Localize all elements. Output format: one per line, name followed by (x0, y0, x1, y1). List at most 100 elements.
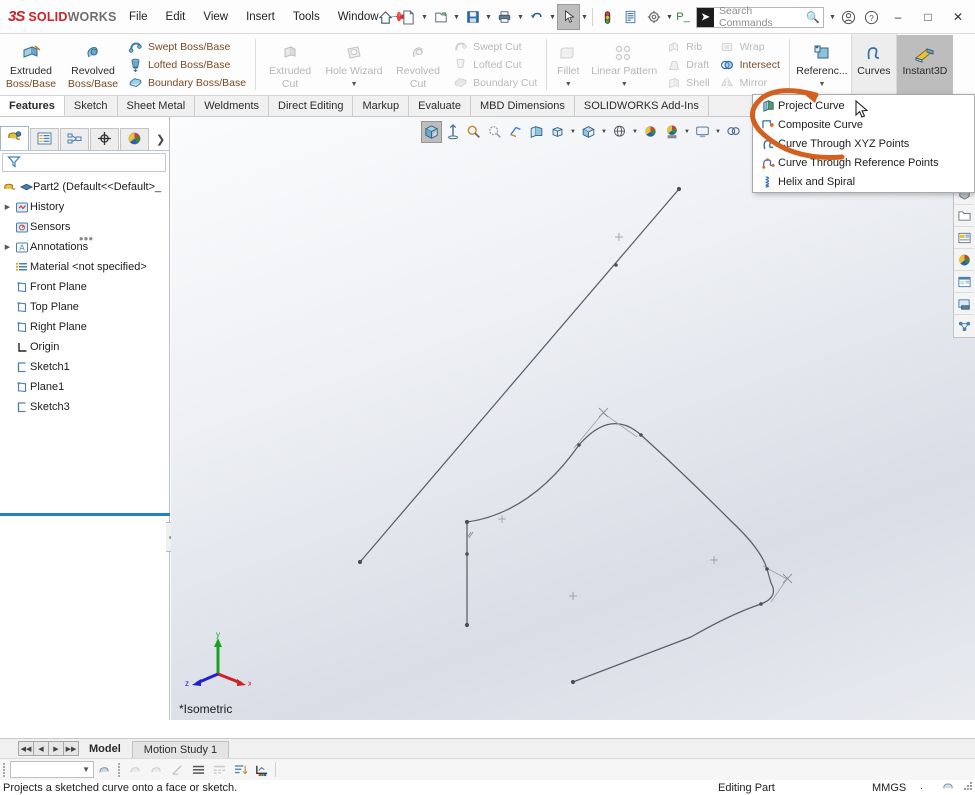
search-magnifier-icon[interactable]: 🔍 (806, 11, 823, 24)
chevron-right-icon[interactable]: ❯ (156, 128, 165, 150)
appearance-combo[interactable]: ▼ (10, 761, 94, 778)
open-document-icon[interactable] (429, 4, 452, 30)
tree-item-history[interactable]: ▶ History (0, 197, 170, 217)
view-palette-icon[interactable] (954, 271, 974, 293)
curves-button[interactable]: Curves (851, 35, 896, 94)
undo-caret-icon[interactable]: ▼ (548, 14, 557, 21)
search-commands-box[interactable]: ➤ Search Commands 🔍 (696, 5, 824, 29)
minimize-icon[interactable]: – (883, 2, 913, 32)
instant3d-button[interactable]: Instant3D (896, 35, 953, 94)
new-document-icon[interactable] (397, 4, 420, 30)
tab-features[interactable]: Features (0, 96, 65, 116)
reference-geometry-caret-icon[interactable]: ▼ (818, 79, 825, 91)
save-caret-icon[interactable]: ▼ (484, 14, 493, 21)
print-caret-icon[interactable]: ▼ (516, 14, 525, 21)
menu-curve-through-xyz-points[interactable]: Curve Through XYZ Points (753, 134, 974, 153)
menu-edit[interactable]: Edit (157, 7, 195, 27)
tab-display-manager[interactable] (120, 128, 149, 150)
toolbar-grip[interactable] (2, 762, 8, 778)
nav-prev-button[interactable]: ◀ (33, 741, 49, 756)
status-overflow[interactable]: · (920, 783, 923, 793)
qat-overflow-label[interactable]: P_ (674, 4, 692, 30)
menu-tools[interactable]: Tools (284, 7, 329, 27)
tree-item-plane1[interactable]: Plane1 (0, 377, 170, 397)
undo-icon[interactable] (525, 4, 548, 30)
file-properties-icon[interactable] (619, 4, 642, 30)
tab-property-manager[interactable] (30, 128, 59, 150)
tree-item-material[interactable]: Material <not specified> (0, 257, 170, 277)
tab-sketch[interactable]: Sketch (64, 96, 118, 116)
revolved-boss-base-button[interactable]: Revolved Boss/Base (62, 35, 124, 94)
boundary-boss-base-button[interactable]: Boundary Boss/Base (124, 74, 252, 92)
render-tools-button[interactable] (251, 760, 272, 779)
account-icon[interactable] (837, 4, 860, 30)
menu-project-curve[interactable]: Project Curve (753, 96, 974, 115)
graphics-area[interactable]: ▼ ▼ ▼ ▼ ▼ y x z *Isometric (171, 117, 975, 720)
help-icon[interactable]: ? (860, 4, 883, 30)
search-input[interactable]: Search Commands (714, 5, 806, 29)
tab-mbd-dimensions[interactable]: MBD Dimensions (470, 96, 575, 116)
rebuild-icon[interactable] (596, 4, 619, 30)
tree-item-sketch3[interactable]: Sketch3 (0, 397, 170, 417)
tree-item-right-plane[interactable]: Right Plane (0, 317, 170, 337)
tree-item-annotations[interactable]: ▶ A Annotations (0, 237, 170, 257)
menu-helix-and-spiral[interactable]: Helix and Spiral (753, 172, 974, 191)
custom-properties-icon[interactable] (954, 293, 974, 315)
tab-dimxpert-manager[interactable] (90, 128, 119, 150)
tab-evaluate[interactable]: Evaluate (409, 96, 471, 116)
options-caret-icon[interactable]: ▼ (665, 14, 674, 21)
search-caret-icon[interactable]: ▼ (828, 14, 837, 21)
menu-file[interactable]: File (120, 7, 157, 27)
tab-sheet-metal[interactable]: Sheet Metal (117, 96, 196, 116)
open-document-caret-icon[interactable]: ▼ (452, 14, 461, 21)
nav-next-button[interactable]: ▶ (48, 741, 64, 756)
swept-boss-base-button[interactable]: Swept Boss/Base (124, 38, 252, 56)
nav-last-button[interactable]: ▶▶ (63, 741, 79, 756)
lofted-boss-base-button[interactable]: Lofted Boss/Base (124, 56, 252, 74)
menu-composite-curve[interactable]: Composite Curve (753, 115, 974, 134)
sort-button[interactable] (230, 760, 251, 779)
design-library-icon[interactable] (954, 205, 974, 227)
chevron-down-icon[interactable]: ▼ (82, 765, 90, 774)
tree-item-part2[interactable]: Part2 (Default<<Default>_ (0, 177, 170, 197)
3d-interconnect-icon[interactable] (954, 315, 974, 337)
select-caret-icon[interactable]: ▼ (580, 14, 589, 21)
status-units[interactable]: MMGS (872, 782, 906, 794)
save-icon[interactable] (461, 4, 484, 30)
tab-feature-manager-design-tree[interactable] (0, 126, 29, 150)
tab-configuration-manager[interactable] (60, 128, 89, 150)
display-overlay-icon[interactable] (941, 780, 955, 795)
expand-history-icon[interactable]: ▶ (2, 203, 13, 211)
tree-item-sensors[interactable]: Sensors (0, 217, 170, 237)
tree-item-top-plane[interactable]: Top Plane (0, 297, 170, 317)
nav-first-button[interactable]: ◀◀ (18, 741, 34, 756)
file-explorer-icon[interactable] (954, 227, 974, 249)
tab-direct-editing[interactable]: Direct Editing (269, 96, 354, 116)
resize-grip-icon[interactable] (962, 780, 974, 795)
rollback-bar[interactable] (0, 513, 170, 516)
expand-annotations-icon[interactable]: ▶ (2, 243, 13, 251)
tree-item-origin[interactable]: Origin (0, 337, 170, 357)
tab-markup[interactable]: Markup (353, 96, 410, 116)
maximize-icon[interactable]: □ (913, 2, 943, 32)
reference-geometry-button[interactable]: Referenc... ▼ (793, 35, 851, 94)
tree-item-sketch1[interactable]: Sketch1 (0, 357, 170, 377)
home-icon[interactable] (374, 4, 397, 30)
options-gear-icon[interactable] (642, 4, 665, 30)
appearances-scenes-decals-icon[interactable] (954, 249, 974, 271)
extruded-boss-base-button[interactable]: Extruded Boss/Base (0, 35, 62, 94)
feature-tree-filter[interactable] (2, 153, 166, 172)
curves-dropdown-menu[interactable]: Project Curve Composite Curve Curve Thro… (752, 94, 975, 193)
edit-appearance-button[interactable] (94, 760, 115, 779)
bottom-tab-motion-study-1[interactable]: Motion Study 1 (131, 741, 230, 758)
menu-view[interactable]: View (194, 7, 237, 27)
select-arrow-icon[interactable] (557, 4, 580, 30)
search-scope-icon[interactable]: ➤ (697, 7, 714, 27)
bottom-tab-model[interactable]: Model (78, 739, 132, 758)
tab-solidworks-add-ins[interactable]: SOLIDWORKS Add-Ins (574, 96, 709, 116)
tab-weldments[interactable]: Weldments (195, 96, 270, 116)
list-view-button[interactable] (188, 760, 209, 779)
menu-insert[interactable]: Insert (237, 7, 284, 27)
toolbar-grip-2[interactable] (117, 762, 123, 778)
menu-curve-through-reference-points[interactable]: Curve Through Reference Points (753, 153, 974, 172)
